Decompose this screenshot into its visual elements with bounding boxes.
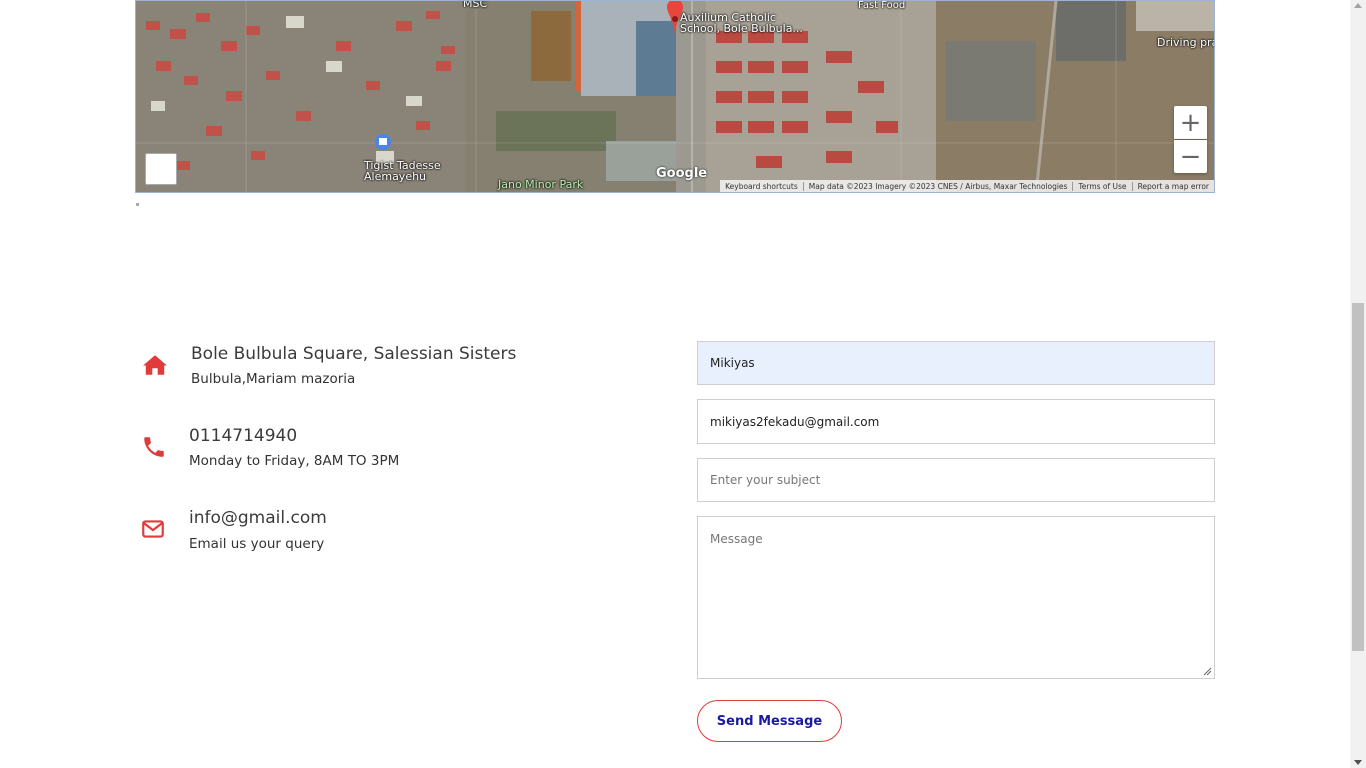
report-map-error-link[interactable]: Report a map error: [1131, 181, 1214, 191]
terms-of-use-link[interactable]: Terms of Use: [1072, 181, 1131, 191]
satellite-imagery: [136, 1, 1214, 192]
scroll-up-arrow-icon[interactable]: [1354, 3, 1362, 8]
map-label-tigist-2[interactable]: Alemayehu: [364, 171, 426, 182]
scroll-thumb[interactable]: [1352, 303, 1364, 651]
phone-number: 0114714940: [189, 426, 298, 446]
tiny-marker: [136, 203, 139, 206]
resize-handle-icon[interactable]: [1202, 666, 1212, 676]
keyboard-shortcuts-link[interactable]: Keyboard shortcuts: [720, 182, 803, 191]
email-input-value: mikiyas2fekadu@gmail.com: [710, 414, 880, 429]
map-attribution: Keyboard shortcuts Map data ©2023 Imager…: [720, 180, 1214, 192]
phone-icon: [144, 437, 164, 457]
email-subtitle: Email us your query: [189, 536, 325, 552]
google-logo: Google: [656, 166, 708, 181]
message-textarea[interactable]: Message: [697, 516, 1215, 679]
address-subtitle: Bulbula,Mariam mazoria: [191, 371, 356, 387]
map-data-text: Map data ©2023 Imagery ©2023 CNES / Airb…: [802, 181, 1073, 191]
email-input[interactable]: mikiyas2fekadu@gmail.com: [697, 399, 1215, 444]
map-label-fast-food: Fast Food: [858, 0, 906, 11]
name-input[interactable]: Mikiyas: [697, 341, 1215, 385]
address-title: Bole Bulbula Square, Salessian Sisters: [191, 344, 517, 364]
map-label-school-2[interactable]: School, Bole Bulbula...: [680, 23, 803, 34]
scroll-down-arrow-icon[interactable]: [1354, 760, 1362, 765]
street-view-pegman-icon[interactable]: [145, 153, 177, 185]
home-icon: [143, 355, 167, 375]
map-zoom-in-button[interactable]: +: [1174, 106, 1207, 139]
phone-hours: Monday to Friday, 8AM TO 3PM: [189, 453, 400, 469]
envelope-icon: [142, 520, 164, 538]
name-input-value: Mikiyas: [710, 356, 755, 370]
subject-input[interactable]: Enter your subject: [697, 458, 1215, 502]
message-placeholder: Message: [710, 532, 763, 546]
page-scrollbar[interactable]: [1350, 0, 1366, 768]
map-label-park: Jano Minor Park: [498, 178, 584, 191]
send-message-button[interactable]: Send Message: [697, 700, 842, 742]
page: MSC Fast Food Auxilium Catholic School, …: [0, 0, 1350, 768]
subject-placeholder: Enter your subject: [710, 473, 821, 487]
google-map[interactable]: MSC Fast Food Auxilium Catholic School, …: [135, 0, 1215, 193]
map-label-driving: Driving pra: [1157, 36, 1215, 49]
map-zoom-out-button[interactable]: −: [1174, 140, 1207, 173]
email-address: info@gmail.com: [189, 508, 327, 528]
map-label-msc: MSC: [463, 0, 488, 10]
